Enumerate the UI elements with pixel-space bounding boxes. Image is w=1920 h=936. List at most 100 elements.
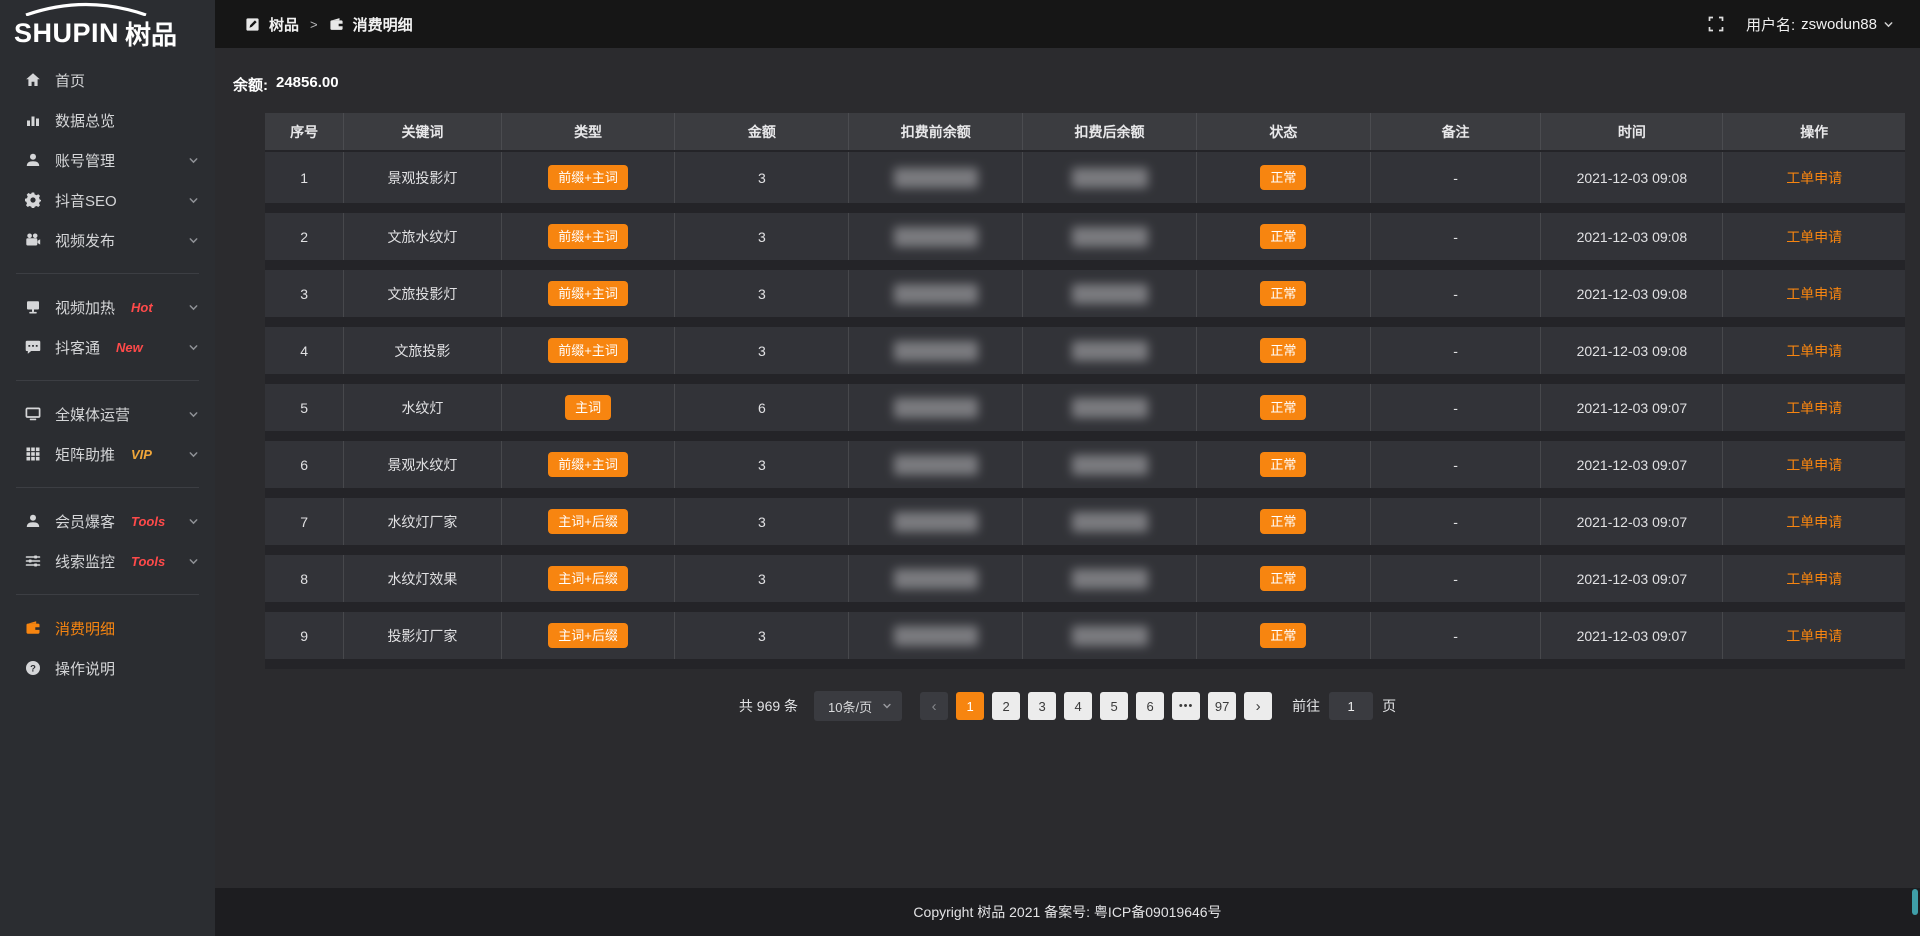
cell-keyword: 水纹灯	[344, 379, 501, 436]
page-size-select[interactable]: 10条/页	[814, 691, 902, 721]
cell-post-balance	[1023, 265, 1197, 322]
sidebar-item-账号管理[interactable]: 账号管理	[0, 140, 215, 180]
page-button-3[interactable]: 3	[1028, 692, 1056, 720]
redacted-value	[1072, 341, 1148, 361]
sidebar-item-tag: Hot	[131, 300, 153, 315]
status-badge: 正常	[1260, 338, 1306, 364]
page-button-97[interactable]: 97	[1208, 692, 1236, 720]
chevron-down-icon	[1883, 19, 1894, 30]
balance: 余额: 24856.00	[233, 74, 1920, 95]
sidebar-item-label: 首页	[55, 70, 85, 91]
cell-status: 正常	[1196, 493, 1370, 550]
footer: Copyright 树品 2021 备案号: 粤ICP备09019646号	[215, 888, 1920, 936]
table-row: 2文旅水纹灯前缀+主词3正常-2021-12-03 09:08工单申请	[265, 208, 1905, 265]
work-order-link[interactable]: 工单申请	[1786, 286, 1842, 302]
sidebar-item-数据总览[interactable]: 数据总览	[0, 100, 215, 140]
cell-status: 正常	[1196, 550, 1370, 607]
cell-type: 主词	[501, 379, 675, 436]
bar-chart-icon	[24, 112, 41, 129]
cell-time: 2021-12-03 09:07	[1541, 607, 1723, 664]
work-order-link[interactable]: 工单申请	[1786, 514, 1842, 530]
sidebar-item-操作说明[interactable]: ? 操作说明	[0, 648, 215, 688]
sidebar-item-抖音SEO[interactable]: 抖音SEO	[0, 180, 215, 220]
balance-label: 余额:	[233, 74, 268, 95]
sidebar-item-会员爆客[interactable]: 会员爆客Tools	[0, 501, 215, 541]
redacted-value	[894, 455, 978, 475]
sidebar-item-tag: Tools	[131, 554, 165, 569]
cell-time: 2021-12-03 09:08	[1541, 208, 1723, 265]
question-icon: ?	[24, 660, 41, 677]
sidebar-item-抖客通[interactable]: 抖客通New	[0, 327, 215, 367]
status-badge: 正常	[1260, 395, 1306, 421]
prev-page-button[interactable]: ‹	[920, 692, 948, 720]
user-menu[interactable]: 用户名: zswodun88	[1746, 14, 1894, 35]
cell-keyword: 景观水纹灯	[344, 436, 501, 493]
consumption-table-wrap: 序号关键词类型金额扣费前余额扣费后余额状态备注时间操作 1景观投影灯前缀+主词3…	[265, 113, 1905, 669]
status-badge: 正常	[1260, 566, 1306, 592]
cell-amount: 3	[675, 607, 849, 664]
cell-keyword: 水纹灯厂家	[344, 493, 501, 550]
cell-post-balance	[1023, 550, 1197, 607]
scrollbar-thumb[interactable]	[1912, 889, 1918, 915]
page-button-4[interactable]: 4	[1064, 692, 1092, 720]
table-row: 9投影灯厂家主词+后缀3正常-2021-12-03 09:07工单申请	[265, 607, 1905, 664]
breadcrumb-item-home[interactable]: 树品	[269, 14, 299, 35]
goto-page-input[interactable]	[1329, 692, 1373, 720]
page-button-1[interactable]: 1	[956, 692, 984, 720]
sidebar-item-label: 矩阵助推	[55, 444, 115, 465]
redacted-value	[1072, 626, 1148, 646]
type-badge: 主词+后缀	[548, 623, 628, 649]
cell-time: 2021-12-03 09:08	[1541, 322, 1723, 379]
breadcrumb-item-current[interactable]: 消费明细	[353, 14, 413, 35]
sidebar-item-视频加热[interactable]: 视频加热 Hot	[0, 287, 215, 327]
work-order-link[interactable]: 工单申请	[1786, 571, 1842, 587]
chevron-down-icon	[188, 409, 199, 420]
sidebar-item-线索监控[interactable]: 线索监控Tools	[0, 541, 215, 581]
page-button-5[interactable]: 5	[1100, 692, 1128, 720]
sidebar-item-消费明细[interactable]: 消费明细	[0, 608, 215, 648]
page-button-6[interactable]: 6	[1136, 692, 1164, 720]
cell-pre-balance	[849, 151, 1023, 208]
work-order-link[interactable]: 工单申请	[1786, 343, 1842, 359]
goto-page: 前往 页	[1292, 692, 1396, 720]
username-value: zswodun88	[1801, 16, 1877, 33]
cell-keyword: 水纹灯效果	[344, 550, 501, 607]
page-ellipsis-button[interactable]: •••	[1172, 692, 1200, 720]
work-order-link[interactable]: 工单申请	[1786, 400, 1842, 416]
cell-keyword: 投影灯厂家	[344, 607, 501, 664]
gear-icon	[24, 192, 41, 209]
sidebar-divider	[16, 594, 199, 595]
cell-pre-balance	[849, 550, 1023, 607]
work-order-link[interactable]: 工单申请	[1786, 229, 1842, 245]
status-badge: 正常	[1260, 165, 1306, 191]
sidebar-item-全媒体运营[interactable]: 全媒体运营	[0, 394, 215, 434]
page-button-2[interactable]: 2	[992, 692, 1020, 720]
type-badge: 主词	[565, 395, 611, 421]
sidebar-item-矩阵助推[interactable]: 矩阵助推VIP	[0, 434, 215, 474]
pagination: 共 969 条 10条/页 ‹ 123456•••97 › 前往 页	[215, 691, 1920, 721]
cell-action: 工单申请	[1723, 208, 1905, 265]
cell-remark: -	[1370, 322, 1541, 379]
sidebar-item-视频发布[interactable]: 视频发布	[0, 220, 215, 260]
sidebar-item-首页[interactable]: 首页	[0, 60, 215, 100]
redacted-value	[894, 626, 978, 646]
chevron-down-icon	[188, 155, 199, 166]
page-buttons: 123456 ••• 97	[956, 692, 1236, 720]
cell-type: 主词+后缀	[501, 607, 675, 664]
fullscreen-icon[interactable]	[1708, 16, 1724, 32]
cell-action: 工单申请	[1723, 493, 1905, 550]
cell-keyword: 景观投影灯	[344, 151, 501, 208]
sidebar-item-label: 操作说明	[55, 658, 115, 679]
cell-type: 前缀+主词	[501, 208, 675, 265]
work-order-link[interactable]: 工单申请	[1786, 457, 1842, 473]
logo-text-cn: 树品	[125, 15, 177, 52]
edit-square-icon	[245, 17, 260, 32]
work-order-link[interactable]: 工单申请	[1786, 628, 1842, 644]
work-order-link[interactable]: 工单申请	[1786, 170, 1842, 186]
table-row: 7水纹灯厂家主词+后缀3正常-2021-12-03 09:07工单申请	[265, 493, 1905, 550]
chevron-down-icon	[188, 195, 199, 206]
user-icon	[24, 152, 41, 169]
sidebar-item-label: 视频加热	[55, 297, 115, 318]
next-page-button[interactable]: ›	[1244, 692, 1272, 720]
sidebar-item-label: 消费明细	[55, 618, 115, 639]
